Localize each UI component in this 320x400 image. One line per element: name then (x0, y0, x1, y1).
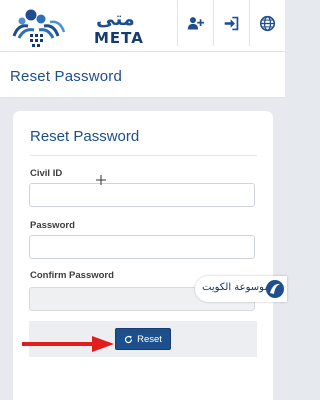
globe-icon (259, 15, 276, 31)
card-title: Reset Password (30, 128, 140, 145)
watermark-text: موسوعة الكويت (202, 282, 270, 293)
reset-password-card: Reset Password Civil ID Password Confirm… (13, 111, 273, 400)
reset-button-label: Reset (137, 333, 162, 345)
reset-button[interactable]: Reset (115, 328, 171, 350)
user-plus-icon (187, 16, 204, 29)
crosshair-cursor-icon (96, 175, 106, 185)
kuwait-towers-logo-icon (12, 9, 66, 47)
refresh-icon (124, 335, 133, 343)
sign-in-icon (224, 16, 239, 30)
civil-id-input[interactable] (29, 183, 255, 207)
register-button[interactable] (177, 0, 213, 46)
language-button[interactable] (249, 0, 285, 46)
password-label: Password (30, 220, 75, 231)
card-divider (30, 155, 257, 156)
password-input[interactable] (29, 235, 255, 259)
red-annotation-arrow-icon (22, 336, 114, 352)
civil-id-label: Civil ID (30, 168, 63, 179)
logo-latin-text: META (94, 29, 144, 47)
encyclopedia-logo-icon (266, 280, 284, 298)
login-button[interactable] (213, 0, 249, 46)
page-title: Reset Password (10, 68, 123, 85)
meta-logo[interactable]: متى META (10, 6, 143, 48)
navbar-icons (177, 0, 285, 46)
page-title-bar: Reset Password (0, 52, 285, 98)
confirm-password-label: Confirm Password (30, 270, 114, 281)
top-navbar: متى META (0, 0, 285, 52)
kuwait-encyclopedia-watermark: موسوعة الكويت (195, 276, 287, 302)
logo-arabic-text: متى (96, 8, 135, 30)
